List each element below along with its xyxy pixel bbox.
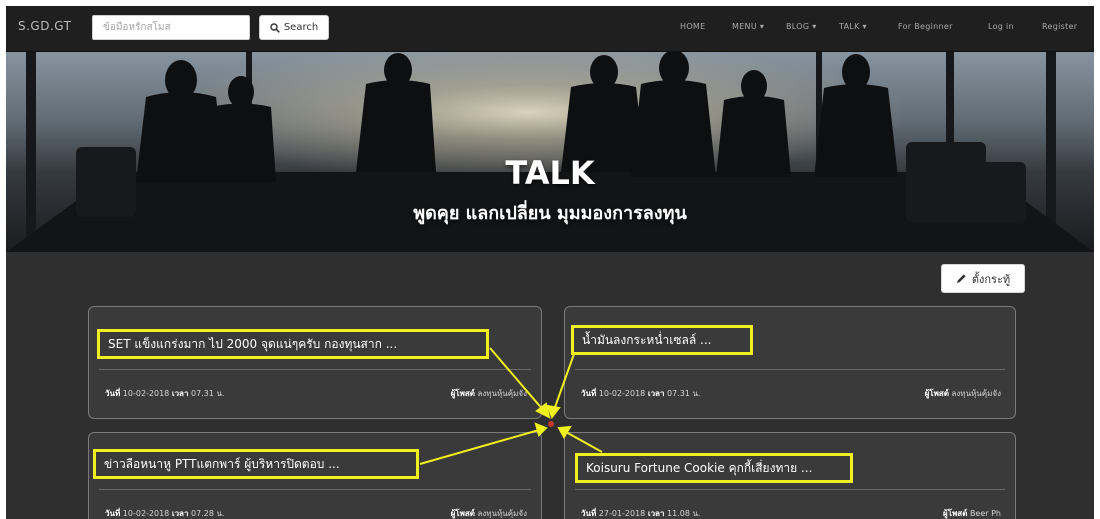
page: S.GD.GT Search HOME MENU ▾ BLOG ▾ TALK ▾… [6,6,1094,519]
card-divider [99,369,531,370]
topic-date: วันที่ 10-02-2018 เวลา 07.31 น. [105,389,225,398]
new-topic-label: ตั้งกระทู้ [971,272,1011,286]
topic-card[interactable]: Koisuru Fortune Cookie คุกกี้เสี่ยงทาย .… [564,432,1016,519]
nav-blog[interactable]: BLOG ▾ [786,22,817,31]
topic-date: วันที่ 10-02-2018 เวลา 07.31 น. [581,389,701,398]
new-topic-button[interactable]: ตั้งกระทู้ [941,264,1025,293]
pencil-icon [956,274,966,284]
topic-title[interactable]: ข่าวลือหนาหู PTTแตกพาร์ ผู้บริหารปิดตอบ … [93,449,419,479]
topic-author: ผู้โพสต์ Beer Ph [943,509,1001,518]
hero-banner: TALK พูดคุย แลกเปลี่ยน มุมมองการลงทุน [6,52,1094,252]
banner-subtitle: พูดคุย แลกเปลี่ยน มุมมองการลงทุน [413,203,687,224]
card-divider [575,489,1005,490]
topic-card[interactable]: น้ำมันลงกระหน่ำเซลล์ ... วันที่ 10-02-20… [564,306,1016,419]
topic-author: ผู้โพสต์ ลงทุนหุ้นคุ้มจัง [924,389,1001,398]
topic-card[interactable]: SET แข็งแกร่งมาก ไป 2000 จุดแน่ๆครับ กอง… [88,306,542,419]
topic-title[interactable]: Koisuru Fortune Cookie คุกกี้เสี่ยงทาย .… [575,453,853,483]
search-button[interactable]: Search [259,15,329,40]
search-button-label: Search [283,22,319,33]
nav-home[interactable]: HOME [680,22,705,31]
topic-date: วันที่ 10-02-2018 เวลา 07.28 น. [105,509,225,518]
search-icon [270,22,280,33]
nav-menu[interactable]: MENU ▾ [732,22,764,31]
site-brand[interactable]: S.GD.GT [18,19,72,33]
nav-for-beginner[interactable]: For Beginner [898,22,953,31]
top-navbar: S.GD.GT Search HOME MENU ▾ BLOG ▾ TALK ▾… [6,6,1094,52]
nav-register[interactable]: Register [1042,22,1077,31]
nav-talk[interactable]: TALK ▾ [839,22,867,31]
topic-author: ผู้โพสต์ ลงทุนหุ้นคุ้มจัง [450,389,527,398]
search-input[interactable] [92,15,250,40]
topic-author: ผู้โพสต์ ลงทุนหุ้นคุ้มจัง [450,509,527,518]
topic-title[interactable]: น้ำมันลงกระหน่ำเซลล์ ... [571,325,753,355]
target-dot [548,421,554,427]
card-divider [575,369,1005,370]
banner-title: TALK [505,154,595,192]
topic-card[interactable]: ข่าวลือหนาหู PTTแตกพาร์ ผู้บริหารปิดตอบ … [88,432,542,519]
topic-date: วันที่ 27-01-2018 เวลา 11.08 น. [581,509,701,518]
nav-login[interactable]: Log in [988,22,1014,31]
topic-title[interactable]: SET แข็งแกร่งมาก ไป 2000 จุดแน่ๆครับ กอง… [97,329,489,359]
card-divider [99,489,531,490]
